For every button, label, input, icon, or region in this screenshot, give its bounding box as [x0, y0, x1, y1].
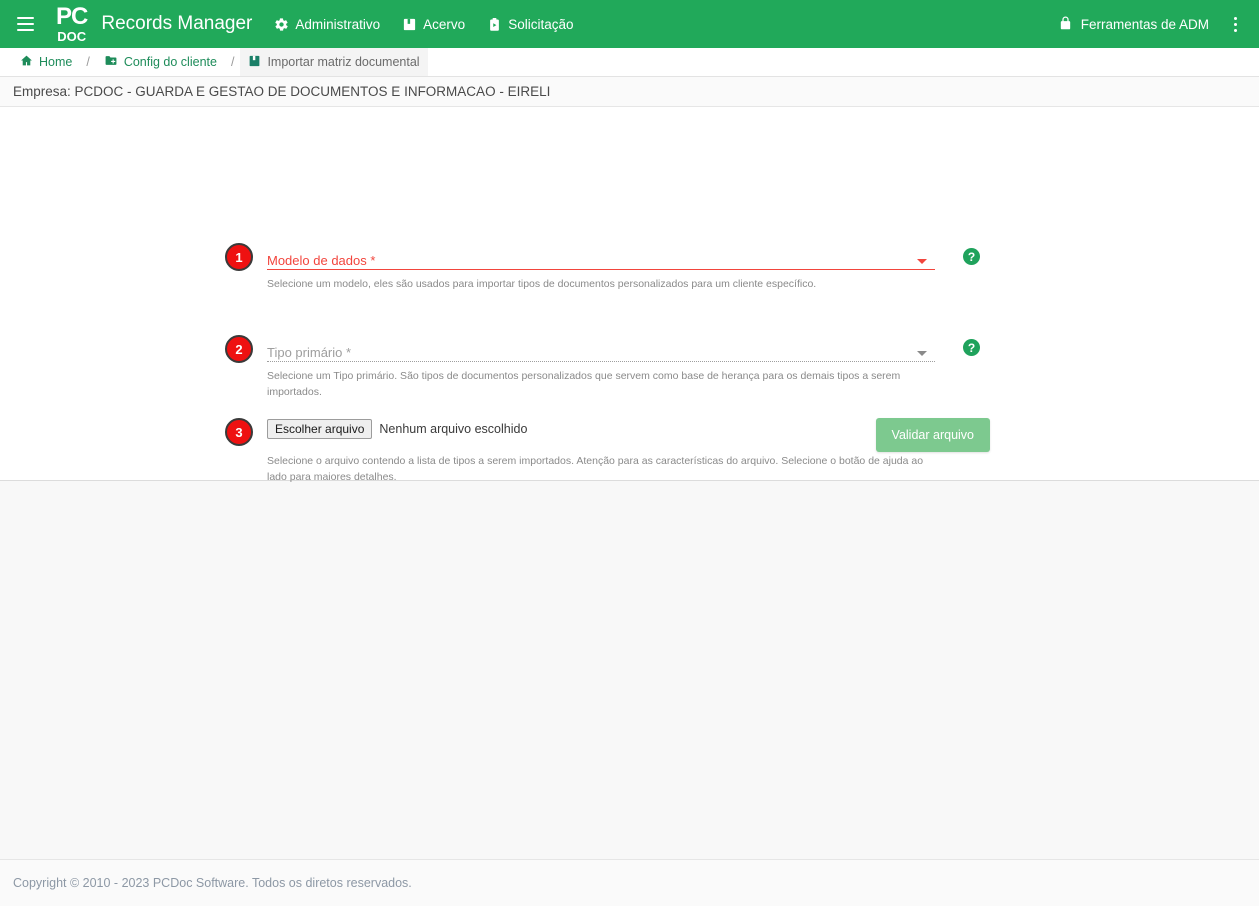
- question-mark-icon[interactable]: ?: [963, 248, 980, 265]
- adm-tools-button[interactable]: Ferramentas de ADM: [1058, 15, 1209, 34]
- field-body-tipo-primario: Tipo primário * Selecione um Tipo primár…: [267, 335, 935, 400]
- book-icon: [402, 17, 417, 32]
- step-badge-2: 2: [225, 335, 253, 363]
- select-tipo-primario[interactable]: Tipo primário *: [267, 335, 935, 361]
- logo-line-2: DOC: [57, 29, 87, 44]
- logo-line-1: PC: [56, 3, 88, 30]
- kebab-menu-icon[interactable]: [1225, 10, 1245, 38]
- home-icon: [20, 54, 33, 70]
- field-body-modelo-de-dados: Modelo de dados * Selecione um modelo, e…: [267, 243, 935, 292]
- breadcrumb-item-importar-matriz-documental[interactable]: Importar matriz documental: [240, 48, 428, 76]
- breadcrumb-item-importar-matriz-documental-label: Importar matriz documental: [267, 55, 420, 69]
- chevron-down-icon: [917, 351, 927, 356]
- select-tipo-primario-label: Tipo primário *: [267, 345, 352, 360]
- question-mark-icon[interactable]: ?: [963, 339, 980, 356]
- app-title: Records Manager: [101, 13, 253, 34]
- validate-file-button[interactable]: Validar arquivo: [875, 418, 990, 452]
- hamburger-menu-icon[interactable]: [10, 9, 40, 39]
- field-body-arquivo: Escolher arquivo Nenhum arquivo escolhid…: [267, 418, 935, 485]
- footer: Copyright © 2010 - 2023 PCDoc Software. …: [0, 859, 1259, 906]
- company-name: Empresa: PCDOC - GUARDA E GESTAO DE DOCU…: [13, 84, 551, 99]
- company-bar: Empresa: PCDOC - GUARDA E GESTAO DE DOCU…: [0, 77, 1259, 107]
- app-root: PC DOC Records Manager Administrativo Ac…: [0, 0, 1259, 906]
- field-underline-tipo-primario: [267, 361, 935, 362]
- file-input[interactable]: Escolher arquivo Nenhum arquivo escolhid…: [267, 418, 935, 440]
- breadcrumb-item-config-do-cliente[interactable]: Config do cliente: [96, 48, 225, 76]
- step-badge-3: 3: [225, 418, 253, 446]
- pcdoc-logo[interactable]: PC DOC: [56, 3, 88, 44]
- select-modelo-de-dados[interactable]: Modelo de dados *: [267, 243, 935, 269]
- breadcrumb: Home / Config do cliente / Importar matr…: [0, 48, 1259, 77]
- adm-tools-label: Ferramentas de ADM: [1080, 16, 1209, 32]
- breadcrumb-item-home[interactable]: Home: [12, 48, 80, 76]
- clipboard-icon: [487, 17, 502, 32]
- field-underline-modelo-de-dados: [267, 269, 935, 270]
- form-field-modelo-de-dados: 1 Modelo de dados * Selecione um modelo,…: [225, 243, 980, 292]
- breadcrumb-item-config-do-cliente-label: Config do cliente: [123, 55, 217, 69]
- gear-icon: [274, 17, 289, 32]
- nav-item-acervo-label: Acervo: [423, 16, 466, 32]
- choose-file-button[interactable]: Escolher arquivo: [267, 419, 373, 439]
- field-hint-modelo-de-dados: Selecione um modelo, eles são usados par…: [267, 278, 817, 290]
- import-form-card: 1 Modelo de dados * Selecione um modelo,…: [0, 107, 1259, 483]
- file-status-label: Nenhum arquivo escolhido: [379, 422, 528, 436]
- book-icon: [248, 54, 261, 71]
- folder-add-icon: [104, 54, 118, 70]
- nav-item-acervo[interactable]: Acervo: [402, 17, 465, 32]
- field-hint-tipo-primario: Selecione um Tipo primário. São tipos de…: [267, 370, 901, 398]
- chevron-down-icon: [917, 259, 927, 264]
- select-modelo-de-dados-label: Modelo de dados *: [267, 253, 376, 268]
- lock-icon: [1058, 15, 1073, 34]
- form-field-arquivo: 3 Escolher arquivo Nenhum arquivo escolh…: [225, 418, 980, 485]
- nav-item-administrativo[interactable]: Administrativo: [274, 17, 380, 32]
- nav-item-solicitacao[interactable]: Solicitação: [487, 17, 573, 32]
- field-hint-arquivo: Selecione o arquivo contendo a lista de …: [267, 455, 924, 483]
- copyright-text: Copyright © 2010 - 2023 PCDoc Software. …: [13, 876, 412, 890]
- top-navigation-bar: PC DOC Records Manager Administrativo Ac…: [0, 0, 1259, 48]
- breadcrumb-separator-2: /: [230, 55, 235, 69]
- nav-item-administrativo-label: Administrativo: [295, 16, 381, 32]
- breadcrumb-separator-1: /: [86, 55, 90, 69]
- breadcrumb-item-home-label: Home: [39, 55, 73, 69]
- form-field-tipo-primario: 2 Tipo primário * Selecione um Tipo prim…: [225, 335, 980, 400]
- nav-item-solicitacao-label: Solicitação: [508, 16, 574, 32]
- step-badge-1: 1: [225, 243, 253, 271]
